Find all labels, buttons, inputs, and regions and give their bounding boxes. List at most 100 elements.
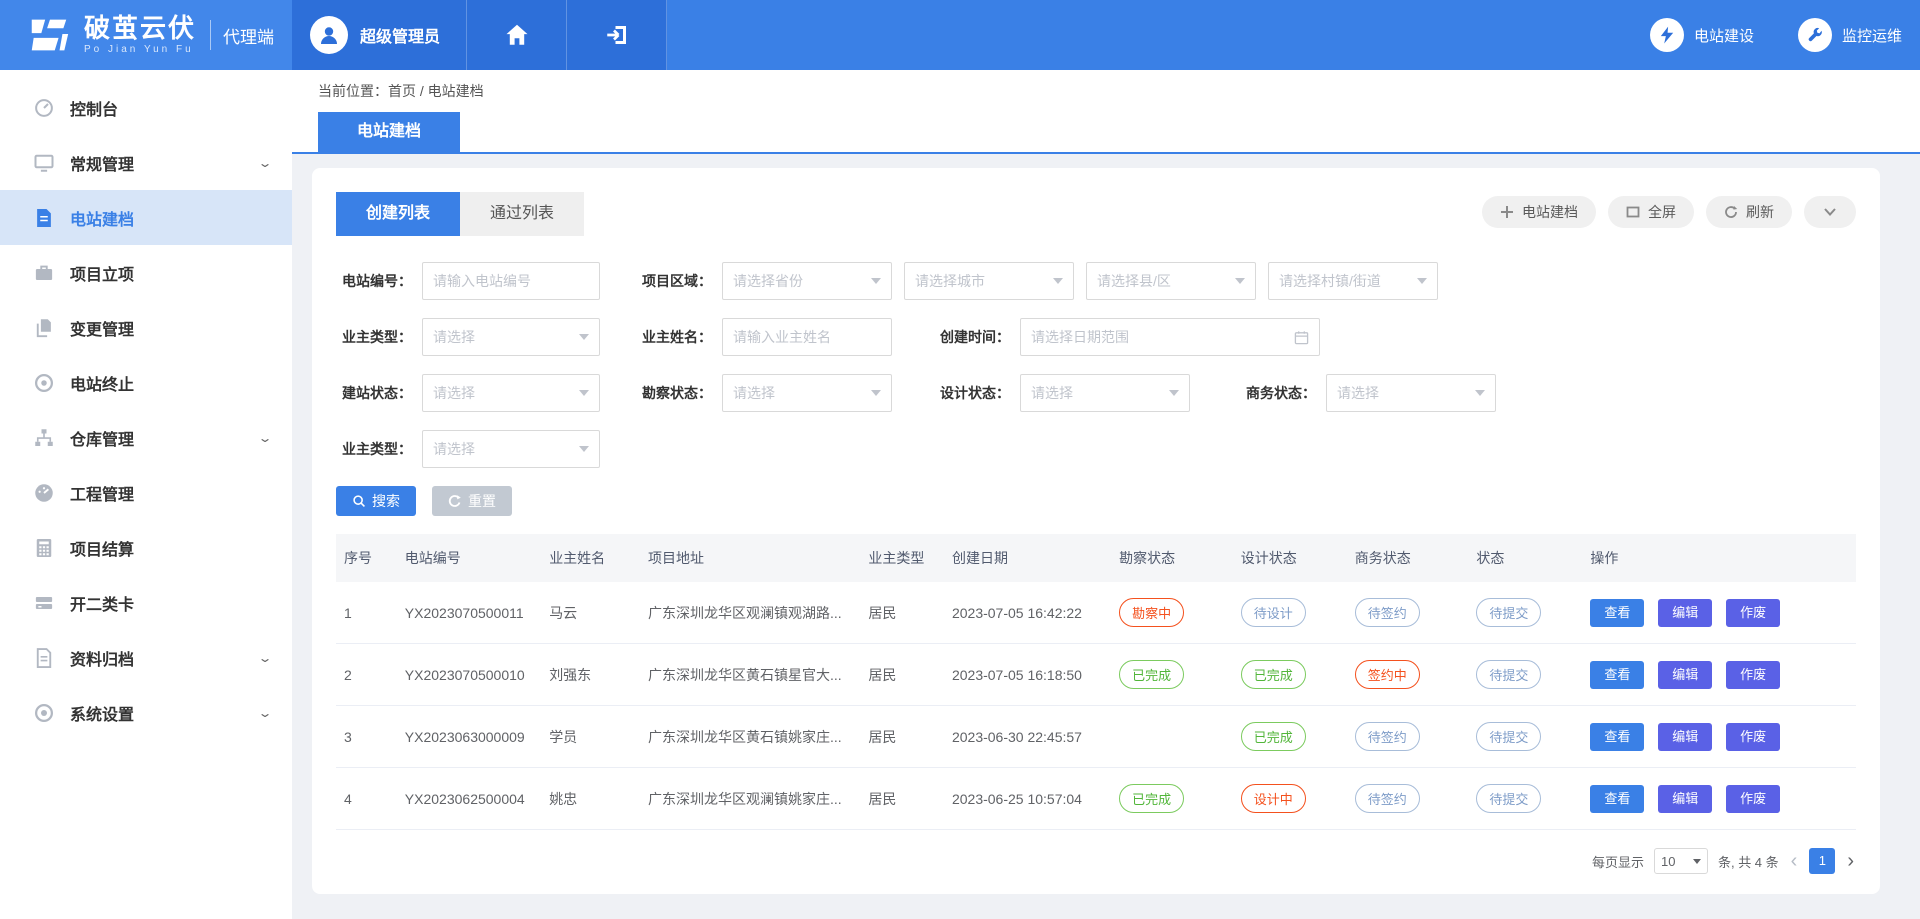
- sidebar-item-label: 项目立项: [70, 261, 270, 285]
- collapse-toolbar-button[interactable]: [1804, 196, 1856, 228]
- per-page-select[interactable]: 10: [1654, 848, 1708, 874]
- sidebar-item-open-card[interactable]: 开二类卡: [0, 575, 292, 630]
- col-owner-type: 业主类型: [860, 534, 944, 582]
- caret-icon: [1235, 278, 1245, 284]
- sidebar-item-system-settings[interactable]: 系统设置 ⌄: [0, 685, 292, 740]
- business-status-placeholder: 请选择: [1337, 383, 1379, 403]
- void-button[interactable]: 作废: [1726, 599, 1780, 627]
- edit-button[interactable]: 编辑: [1658, 785, 1712, 813]
- owner-name-label: 业主姓名：: [636, 327, 722, 347]
- edit-button[interactable]: 编辑: [1658, 599, 1712, 627]
- cell-station-code: YX2023062500004: [397, 768, 541, 830]
- business-status-label: 商务状态：: [1240, 383, 1326, 403]
- nav-monitor-ops[interactable]: 监控运维: [1798, 0, 1902, 70]
- page-tab-station-archive[interactable]: 电站建档: [318, 112, 460, 152]
- sidebar-item-console[interactable]: 控制台: [0, 80, 292, 135]
- cell-owner-type: 居民: [860, 706, 944, 768]
- reset-button[interactable]: 重置: [432, 486, 512, 516]
- sidebar-item-label: 工程管理: [70, 481, 270, 505]
- cell-create-date: 2023-07-05 16:18:50: [944, 644, 1111, 706]
- calendar-icon: [1294, 330, 1309, 345]
- void-button[interactable]: 作废: [1726, 723, 1780, 751]
- col-project-address: 项目地址: [640, 534, 860, 582]
- survey-status-select[interactable]: 请选择: [722, 374, 892, 412]
- logo-title: 破茧云伏: [84, 15, 196, 41]
- document-icon: [34, 208, 54, 228]
- business-status-select[interactable]: 请选择: [1326, 374, 1496, 412]
- logout-button[interactable]: [567, 0, 667, 70]
- sidebar-item-station-archive[interactable]: 电站建档: [0, 190, 292, 245]
- owner-type2-label: 业主类型：: [336, 439, 422, 459]
- owner-name-input[interactable]: [722, 318, 892, 356]
- app-header: 破茧云伏 Po Jian Yun Fu 代理端 超级管理员 电站建设: [0, 0, 1920, 70]
- col-seq: 序号: [336, 534, 397, 582]
- view-button[interactable]: 查看: [1590, 723, 1644, 751]
- sidebar-item-warehouse-mgmt[interactable]: 仓库管理 ⌄: [0, 410, 292, 465]
- search-button[interactable]: 搜索: [336, 486, 416, 516]
- col-business-status: 商务状态: [1347, 534, 1469, 582]
- void-button[interactable]: 作废: [1726, 785, 1780, 813]
- tab-passed-list[interactable]: 通过列表: [460, 192, 584, 236]
- build-status-select[interactable]: 请选择: [422, 374, 600, 412]
- sidebar-item-label: 电站终止: [70, 371, 270, 395]
- survey-status-placeholder: 请选择: [733, 383, 775, 403]
- owner-type-select[interactable]: 请选择: [422, 318, 600, 356]
- prev-page-button[interactable]: ‹: [1789, 851, 1800, 871]
- view-button[interactable]: 查看: [1590, 661, 1644, 689]
- province-select[interactable]: 请选择省份: [722, 262, 892, 300]
- reset-icon: [448, 494, 462, 508]
- cell-owner-type: 居民: [860, 644, 944, 706]
- date-range-input[interactable]: 请选择日期范围: [1020, 318, 1320, 356]
- current-page-button[interactable]: 1: [1809, 848, 1835, 874]
- sidebar-item-project-settlement[interactable]: 项目结算: [0, 520, 292, 575]
- col-actions: 操作: [1582, 534, 1856, 582]
- sidebar-item-change-mgmt[interactable]: 变更管理: [0, 300, 292, 355]
- chevron-down-icon: ⌄: [257, 651, 272, 665]
- sidebar-item-project-initiation[interactable]: 项目立项: [0, 245, 292, 300]
- city-select[interactable]: 请选择城市: [904, 262, 1074, 300]
- view-button[interactable]: 查看: [1590, 785, 1644, 813]
- per-page-value: 10: [1661, 854, 1675, 869]
- user-menu[interactable]: 超级管理员: [292, 0, 467, 70]
- caret-icon: [579, 446, 589, 452]
- caret-icon: [871, 390, 881, 396]
- dashboard-icon: [34, 483, 54, 503]
- topbar: 当前位置：首页 / 电站建档 电站建档: [292, 70, 1920, 154]
- fullscreen-label: 全屏: [1648, 202, 1676, 222]
- build-status-placeholder: 请选择: [433, 383, 475, 403]
- sidebar-item-label: 仓库管理: [70, 426, 260, 450]
- sidebar-item-data-archive[interactable]: 资料归档 ⌄: [0, 630, 292, 685]
- sidebar-item-label: 系统设置: [70, 701, 260, 725]
- county-select[interactable]: 请选择县/区: [1086, 262, 1256, 300]
- design-status-select[interactable]: 请选择: [1020, 374, 1190, 412]
- next-page-button[interactable]: ›: [1845, 851, 1856, 871]
- province-placeholder: 请选择省份: [733, 271, 803, 291]
- chevron-down-icon: ⌄: [257, 156, 272, 170]
- sidebar-item-engineering-mgmt[interactable]: 工程管理: [0, 465, 292, 520]
- edit-button[interactable]: 编辑: [1658, 661, 1712, 689]
- nav-station-build-label: 电站建设: [1694, 25, 1754, 46]
- nav-station-build[interactable]: 电站建设: [1650, 0, 1754, 70]
- file-icon: [34, 648, 54, 668]
- fullscreen-button[interactable]: 全屏: [1608, 196, 1694, 228]
- briefcase-icon: [34, 263, 54, 283]
- home-button[interactable]: [467, 0, 567, 70]
- user-name: 超级管理员: [360, 23, 440, 47]
- sidebar-item-general-mgmt[interactable]: 常规管理 ⌄: [0, 135, 292, 190]
- tab-create-list[interactable]: 创建列表: [336, 192, 460, 236]
- table-row: 1 YX2023070500011 马云 广东深圳龙华区观澜镇观湖路... 居民…: [336, 582, 1856, 644]
- view-button[interactable]: 查看: [1590, 599, 1644, 627]
- town-placeholder: 请选择村镇/街道: [1279, 271, 1381, 291]
- void-button[interactable]: 作废: [1726, 661, 1780, 689]
- create-station-button[interactable]: 电站建档: [1482, 196, 1596, 228]
- search-icon: [352, 494, 366, 508]
- town-select[interactable]: 请选择村镇/街道: [1268, 262, 1438, 300]
- cell-seq: 4: [336, 768, 397, 830]
- edit-button[interactable]: 编辑: [1658, 723, 1712, 751]
- sidebar-item-station-terminate[interactable]: 电站终止: [0, 355, 292, 410]
- plus-icon: [1500, 205, 1514, 219]
- station-code-input[interactable]: [422, 262, 600, 300]
- refresh-button[interactable]: 刷新: [1706, 196, 1792, 228]
- owner-type2-select[interactable]: 请选择: [422, 430, 600, 468]
- caret-icon: [1693, 859, 1701, 864]
